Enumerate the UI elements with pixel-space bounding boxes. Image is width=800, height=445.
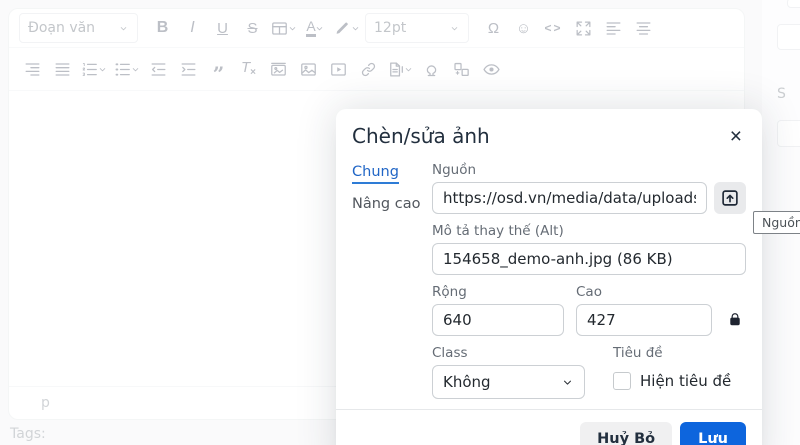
- caption-field-group: Tiêu đề Hiện tiêu đề: [613, 345, 731, 399]
- height-field-group: Cao: [576, 284, 712, 336]
- source-tooltip: Nguồn: [753, 211, 800, 234]
- screen: S Đoạn vănBIUSA12ptΩ☺<> ”T× p Tags: Chèn…: [0, 0, 800, 445]
- constrain-proportions-button[interactable]: [724, 310, 744, 345]
- chevron-down-icon: [561, 376, 574, 389]
- height-input[interactable]: [576, 304, 712, 336]
- dimensions-row: Rộng Cao: [432, 284, 746, 345]
- alt-input[interactable]: [432, 243, 746, 275]
- class-select-value: Không: [443, 373, 491, 391]
- close-icon[interactable]: ×: [726, 126, 746, 147]
- class-caption-row: Class Không Tiêu đề Hiện tiêu đề: [432, 345, 746, 399]
- cancel-button[interactable]: Huỷ Bỏ: [580, 422, 672, 445]
- class-field-group: Class Không: [432, 345, 585, 399]
- save-button[interactable]: Lưu: [680, 422, 746, 445]
- dialog-title: Chèn/sửa ảnh: [352, 124, 490, 148]
- width-label: Rộng: [432, 284, 564, 300]
- caption-label: Tiêu đề: [613, 345, 731, 361]
- class-label: Class: [432, 345, 585, 361]
- image-upload-browse-icon: [720, 188, 740, 208]
- dialog-footer: Huỷ Bỏ Lưu: [336, 409, 762, 445]
- alt-field-group: Mô tả thay thế (Alt): [432, 223, 746, 275]
- caption-checkbox[interactable]: [613, 372, 631, 390]
- browse-source-button[interactable]: [714, 182, 746, 214]
- source-input[interactable]: [432, 182, 707, 214]
- tab-general[interactable]: Chung: [352, 164, 399, 184]
- insert-image-dialog: Chèn/sửa ảnh × Chung Nâng cao Nguồn: [336, 109, 762, 445]
- lock-icon: [726, 310, 744, 328]
- alt-label: Mô tả thay thế (Alt): [432, 223, 746, 239]
- dialog-tab-list: Chung Nâng cao: [352, 162, 432, 399]
- source-field-group: Nguồn: [432, 162, 746, 214]
- tab-advanced[interactable]: Nâng cao: [352, 196, 420, 212]
- dialog-body: Chung Nâng cao Nguồn: [336, 158, 762, 399]
- caption-checkbox-label: Hiện tiêu đề: [640, 372, 731, 390]
- dialog-header: Chèn/sửa ảnh ×: [336, 109, 762, 158]
- width-field-group: Rộng: [432, 284, 564, 336]
- width-input[interactable]: [432, 304, 564, 336]
- class-select[interactable]: Không: [432, 365, 585, 399]
- dialog-form: Nguồn Mô tả thay thế (Alt): [432, 162, 746, 399]
- height-label: Cao: [576, 284, 712, 300]
- source-label: Nguồn: [432, 162, 746, 178]
